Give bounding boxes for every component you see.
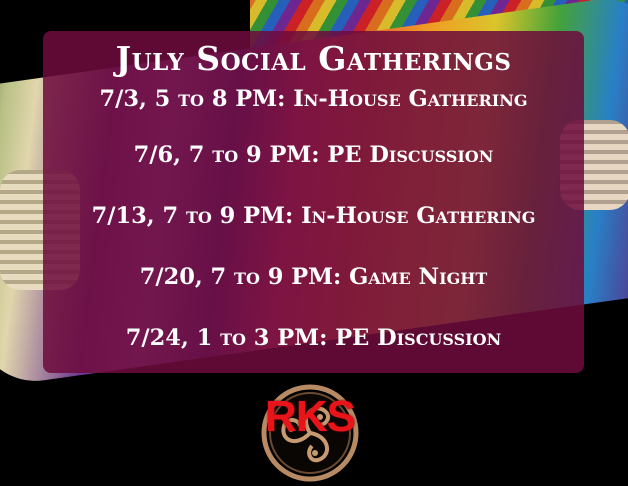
events-panel: July Social Gatherings 7/3, 5 to 8 PM: I… bbox=[43, 31, 584, 373]
logo-text: RKS bbox=[265, 392, 356, 441]
rks-logo: RKS bbox=[258, 384, 362, 482]
event-item: 7/13, 7 to 9 PM: In-House Gathering bbox=[91, 203, 536, 229]
event-item: 7/24, 1 to 3 PM: PE Discussion bbox=[125, 325, 502, 351]
event-item: 7/3, 5 to 8 PM: In-House Gathering bbox=[99, 86, 528, 112]
events-list: 7/3, 5 to 8 PM: In-House Gathering 7/6, … bbox=[43, 81, 584, 369]
flyer-title: July Social Gatherings bbox=[115, 39, 512, 78]
event-item: 7/20, 7 to 9 PM: Game Night bbox=[139, 264, 488, 290]
event-item: 7/6, 7 to 9 PM: PE Discussion bbox=[133, 142, 494, 168]
